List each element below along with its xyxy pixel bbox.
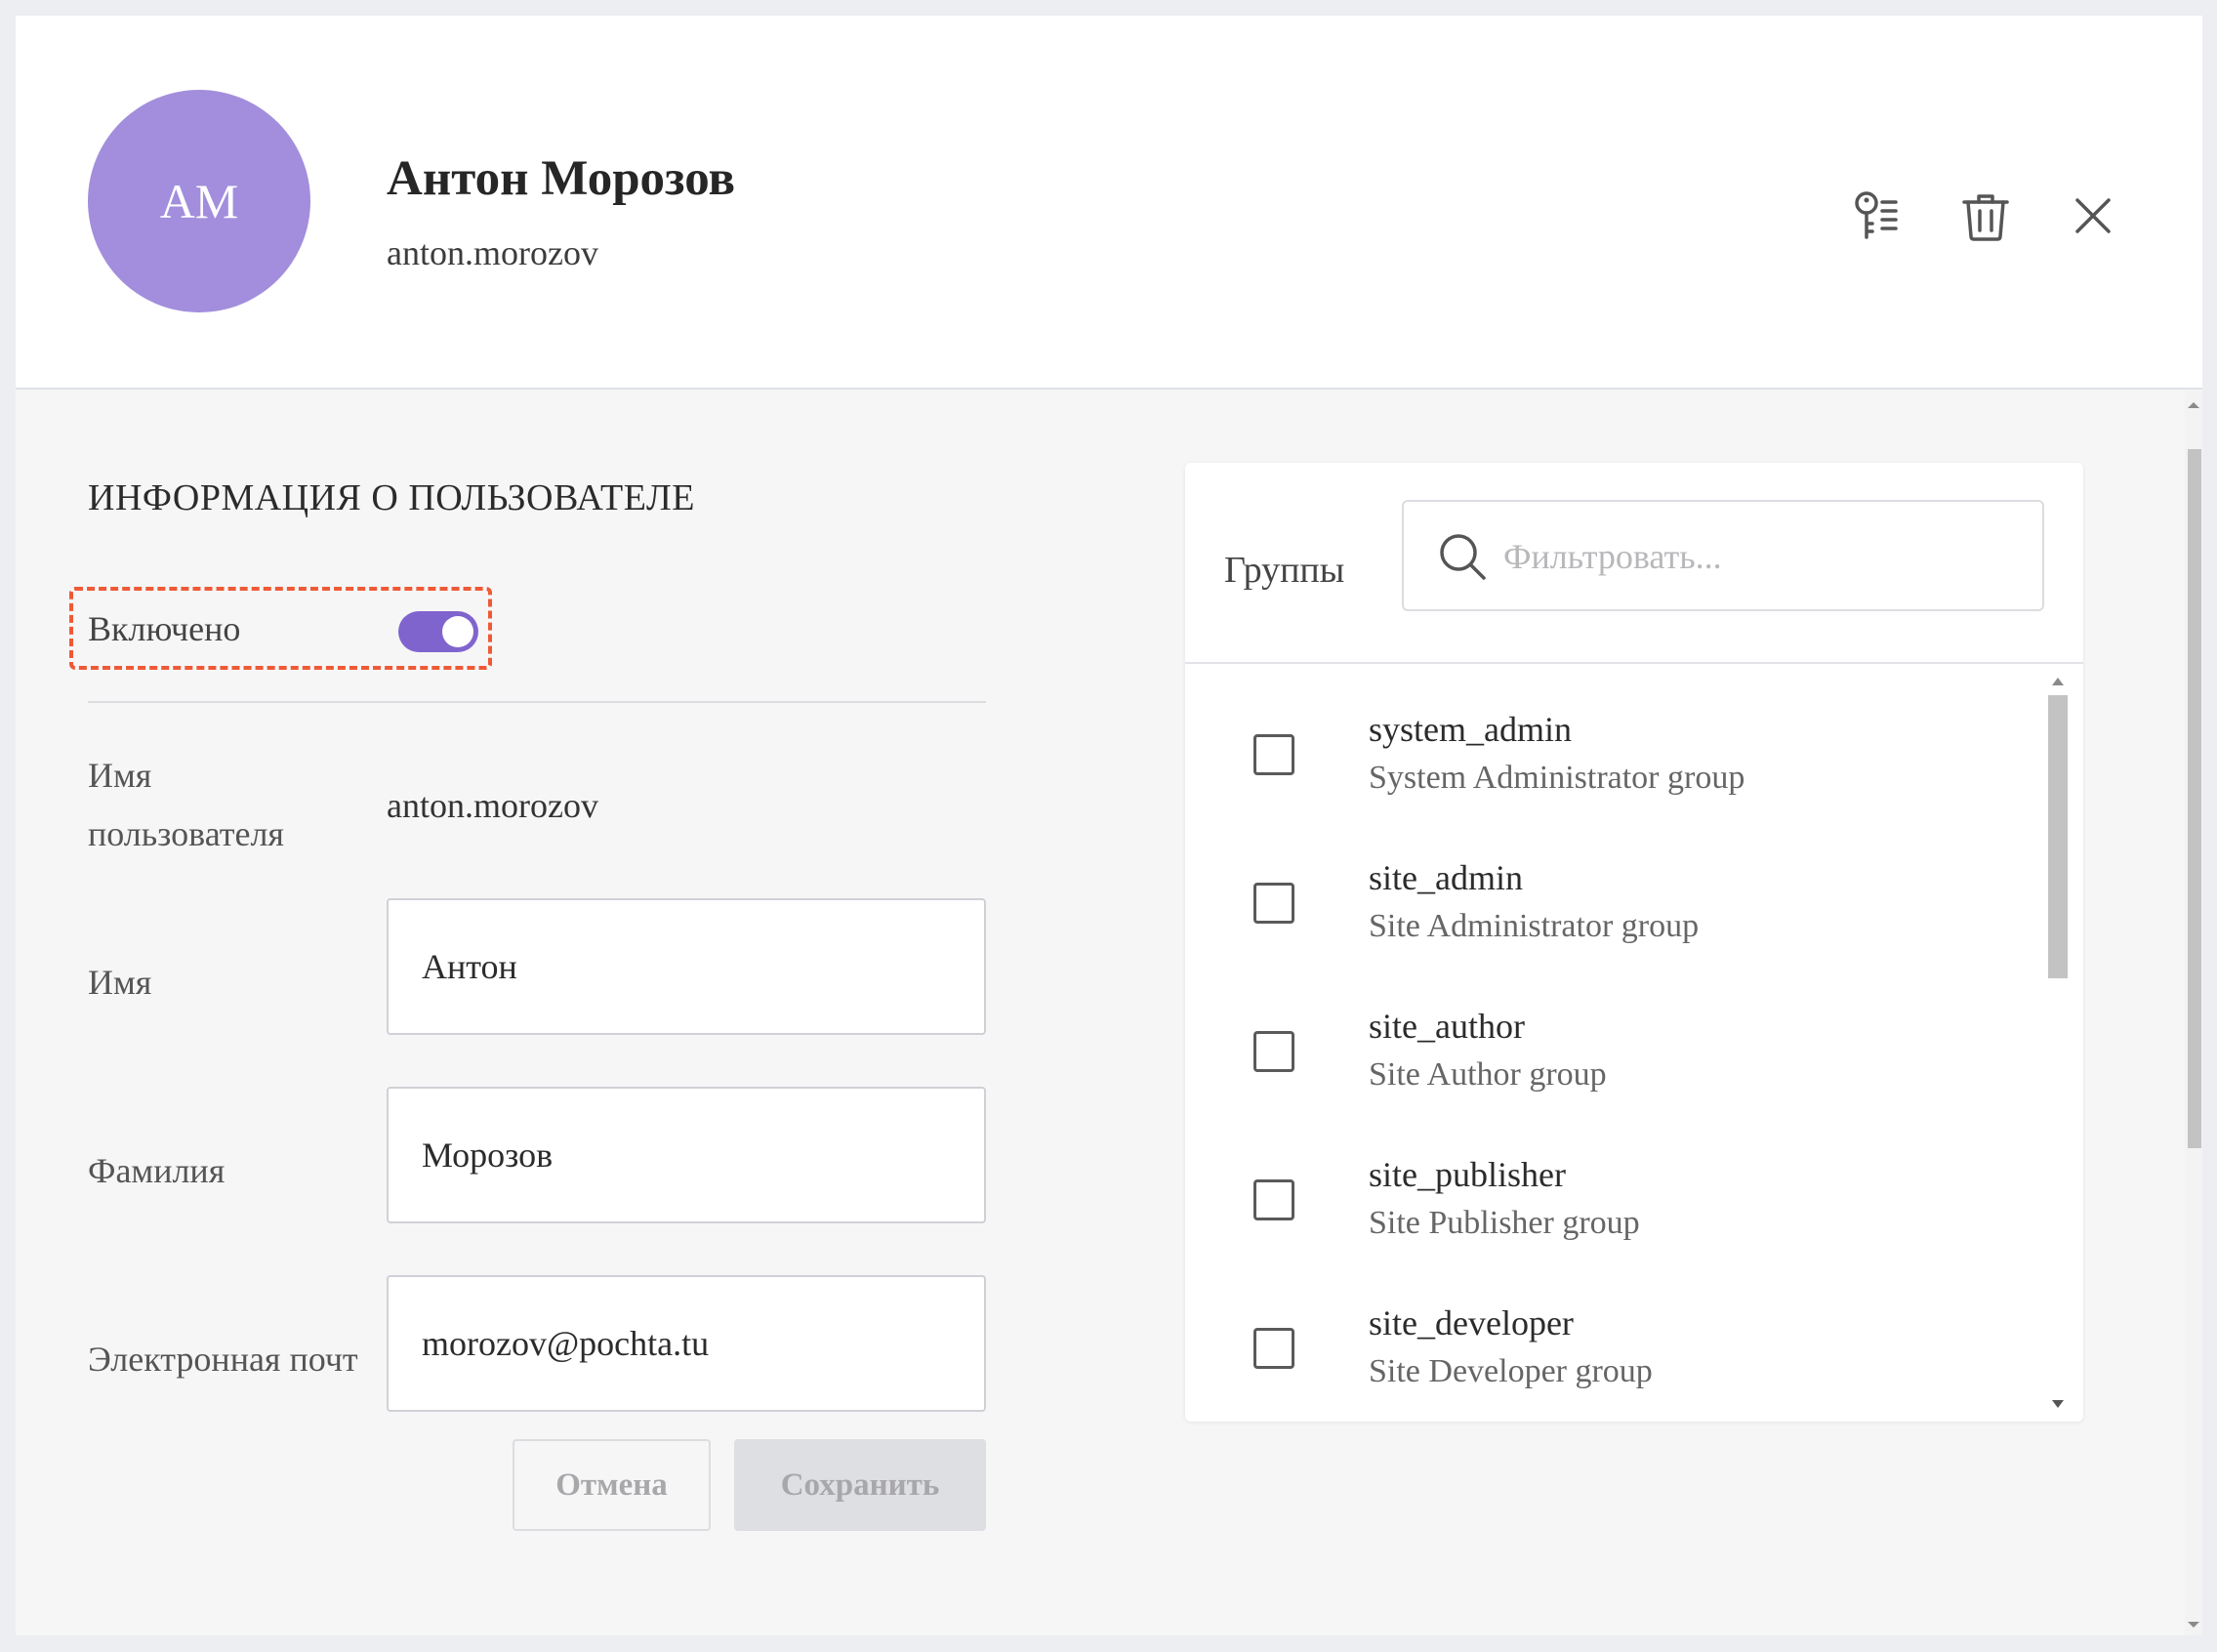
group-name: system_admin (1369, 710, 1572, 749)
group-name: site_developer (1369, 1303, 1574, 1342)
group-description: System Administrator group (1369, 760, 1745, 796)
username-label: Имя пользователя (88, 746, 284, 863)
dialog-scroll-thumb[interactable] (2188, 449, 2201, 1148)
email-label: Электронная почт (88, 1340, 358, 1379)
group-list-scroll-thumb[interactable] (2048, 695, 2068, 978)
group-description: Site Publisher group (1369, 1205, 1640, 1241)
list-scroll-down-icon[interactable] (2052, 1400, 2064, 1408)
toggle-knob (442, 616, 473, 647)
group-item-site-author[interactable]: site_author Site Author group (1185, 971, 2034, 1119)
cancel-button[interactable]: Отмена (513, 1439, 711, 1531)
user-login: anton.morozov (387, 233, 598, 272)
group-checkbox[interactable] (1253, 734, 1294, 775)
username-label-line2: пользователя (88, 814, 284, 853)
groups-label: Группы (1224, 550, 1345, 591)
groups-separator (1185, 662, 2083, 664)
group-item-site-developer[interactable]: site_developer Site Developer group (1185, 1267, 2034, 1416)
enabled-toggle[interactable] (398, 611, 478, 652)
user-dialog: AM Антон Морозов anton.morozov ИНФОРМАЦИ… (16, 16, 2202, 1635)
group-checkbox[interactable] (1253, 1179, 1294, 1220)
save-button[interactable]: Сохранить (734, 1439, 986, 1531)
last-name-label: Фамилия (88, 1151, 226, 1190)
group-description: Site Administrator group (1369, 908, 1700, 944)
last-name-input[interactable] (387, 1087, 986, 1223)
first-name-input[interactable] (387, 898, 986, 1035)
group-checkbox[interactable] (1253, 1031, 1294, 1072)
email-input[interactable] (387, 1275, 986, 1412)
group-filter[interactable] (1402, 500, 2044, 611)
user-full-name: Антон Морозов (387, 151, 736, 206)
list-scroll-up-icon[interactable] (2052, 678, 2064, 685)
trash-icon[interactable] (1956, 186, 2015, 245)
username-value: anton.morozov (387, 786, 598, 825)
dialog-header: AM Антон Морозов anton.morozov (16, 16, 2202, 390)
group-item-site-publisher[interactable]: site_publisher Site Publisher group (1185, 1119, 2034, 1267)
group-name: site_author (1369, 1007, 1525, 1046)
groups-panel: Группы system_admin System Administrator… (1185, 463, 2083, 1422)
group-list-scrollbar[interactable] (2046, 672, 2070, 1422)
dialog-scrollbar[interactable] (2185, 391, 2202, 1635)
divider (88, 701, 986, 703)
first-name-label: Имя (88, 963, 152, 1002)
group-description: Site Author group (1369, 1056, 1607, 1093)
search-icon (1440, 534, 1486, 580)
enabled-label: Включено (88, 609, 241, 648)
avatar: AM (88, 90, 310, 312)
group-name: site_publisher (1369, 1155, 1566, 1194)
username-label-line1: Имя (88, 756, 152, 795)
group-description: Site Developer group (1369, 1353, 1653, 1389)
group-name: site_admin (1369, 858, 1523, 897)
group-item-site-admin[interactable]: site_admin Site Administrator group (1185, 822, 2034, 971)
scroll-up-icon[interactable] (2188, 402, 2199, 408)
group-checkbox[interactable] (1253, 883, 1294, 924)
group-filter-input[interactable] (1501, 521, 2013, 592)
group-item-system-admin[interactable]: system_admin System Administrator group (1185, 674, 2034, 822)
close-icon[interactable] (2064, 186, 2122, 245)
group-checkbox[interactable] (1253, 1328, 1294, 1369)
section-title: ИНФОРМАЦИЯ О ПОЛЬЗОВАТЕЛЕ (88, 477, 695, 518)
key-list-icon[interactable] (1847, 186, 1906, 245)
scroll-down-icon[interactable] (2188, 1622, 2199, 1628)
